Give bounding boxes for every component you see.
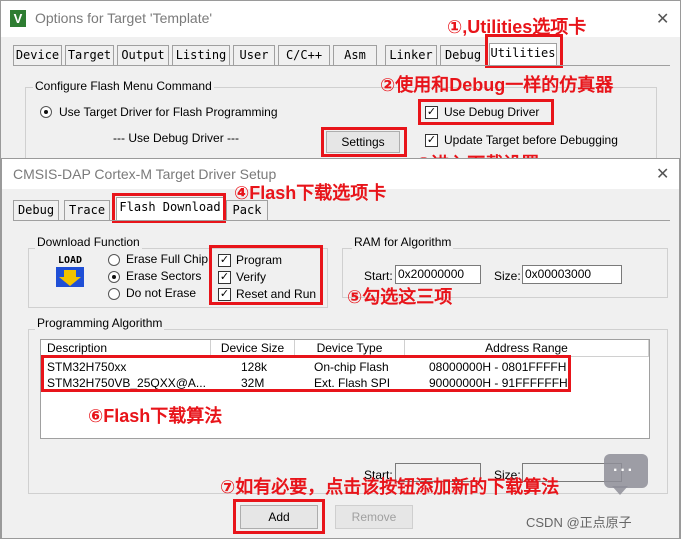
chat-bubble-tail: [612, 486, 628, 495]
chat-bubble-icon: ···: [604, 454, 648, 498]
highlight-use-debug-driver: [418, 99, 554, 125]
highlight-flash-download-tab: [112, 193, 226, 223]
tab-debug[interactable]: Debug: [13, 200, 59, 220]
tab-debug[interactable]: Debug: [440, 45, 486, 65]
annotation-flash-algorithm: ⑥Flash下载算法: [88, 406, 223, 426]
erase-full-chip-label: Erase Full Chip: [126, 252, 209, 266]
highlight-three-options: [209, 245, 323, 305]
configure-flash-label: Configure Flash Menu Command: [33, 79, 214, 93]
ram-start-input[interactable]: 0x20000000: [395, 265, 481, 284]
update-target-checkbox[interactable]: ✓: [425, 134, 438, 147]
ram-size-label: Size:: [494, 269, 521, 283]
highlight-algorithm-rows: [41, 355, 571, 392]
load-icon: LOAD: [52, 255, 88, 291]
tab-asm[interactable]: Asm: [333, 45, 377, 65]
tab-user[interactable]: User: [233, 45, 275, 65]
erase-sectors-label: Erase Sectors: [126, 269, 202, 283]
use-debug-driver-dash-label: --- Use Debug Driver ---: [113, 131, 240, 145]
erase-full-chip-radio[interactable]: [108, 254, 120, 266]
close-icon[interactable]: ✕: [656, 9, 669, 29]
keil-logo-icon: V: [10, 10, 26, 27]
tab-output[interactable]: Output: [117, 45, 169, 65]
tab-c-cpp[interactable]: C/C++: [278, 45, 330, 65]
ram-start-label: Start:: [364, 269, 393, 283]
annotation-add-algorithm: ⑦如有必要，点击该按钮添加新的下载算法: [220, 477, 560, 497]
do-not-erase-radio[interactable]: [108, 288, 120, 300]
tab-linker[interactable]: Linker: [385, 45, 437, 65]
tab-target[interactable]: Target: [65, 45, 114, 65]
load-icon-text: LOAD: [57, 255, 83, 266]
use-target-driver-label: Use Target Driver for Flash Programming: [59, 105, 278, 119]
annotation-utilities: ①,Utilities选项卡: [447, 17, 587, 37]
erase-sectors-radio[interactable]: [108, 271, 120, 283]
programming-algorithm-label: Programming Algorithm: [35, 316, 165, 330]
ram-size-input[interactable]: 0x00003000: [522, 265, 622, 284]
do-not-erase-label: Do not Erase: [126, 286, 197, 300]
watermark-text: CSDN @正点原子: [526, 515, 632, 530]
chat-bubble-dots: ···: [613, 462, 635, 479]
download-function-label: Download Function: [35, 235, 142, 249]
annotation-debug-driver: ②使用和Debug一样的仿真器: [380, 75, 614, 95]
tab-listing[interactable]: Listing: [172, 45, 230, 65]
highlight-utilities-tab: [485, 34, 563, 68]
highlight-add-button: [233, 499, 325, 534]
ram-for-algorithm-label: RAM for Algorithm: [352, 235, 454, 249]
update-target-label: Update Target before Debugging: [444, 133, 618, 147]
tab-trace[interactable]: Trace: [64, 200, 110, 220]
annotation-flash-tab: ④Flash下载选项卡: [234, 183, 387, 203]
highlight-settings-button: [321, 127, 407, 157]
close-icon[interactable]: ✕: [656, 164, 669, 184]
use-target-driver-radio[interactable]: [40, 106, 52, 118]
remove-button[interactable]: Remove: [335, 505, 413, 529]
outer-window-title: Options for Target 'Template': [35, 10, 213, 26]
tab-device[interactable]: Device: [13, 45, 62, 65]
inner-window: CMSIS-DAP Cortex-M Target Driver Setup ✕…: [1, 158, 680, 539]
annotation-three-options: ⑤勾选这三项: [347, 287, 453, 307]
download-arrow-icon: [56, 267, 84, 287]
